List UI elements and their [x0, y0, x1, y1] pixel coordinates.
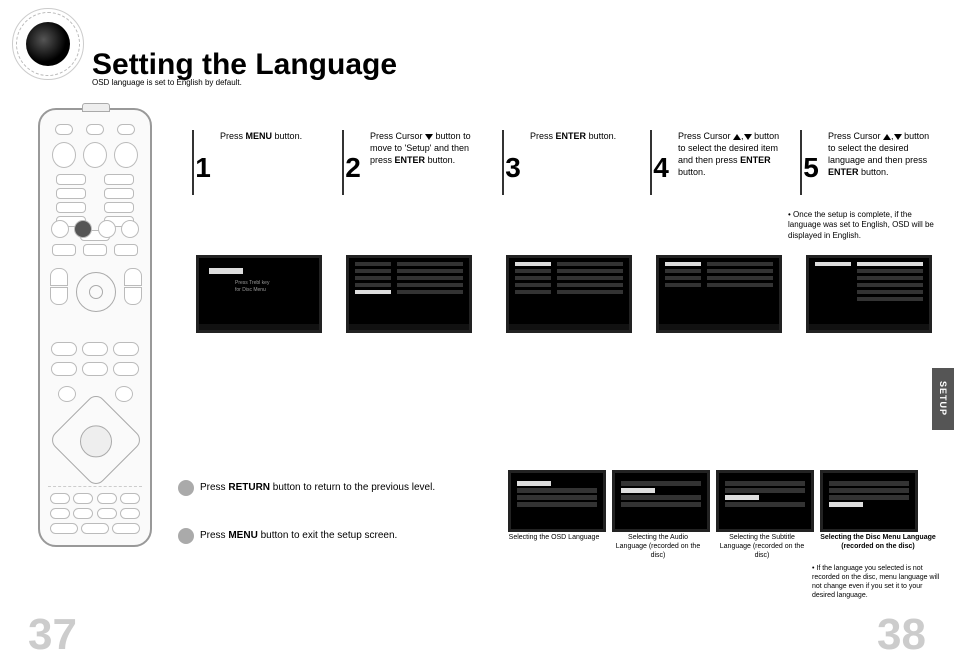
step-number: 3	[498, 152, 528, 184]
step-text: Press Cursor , button to select the desi…	[828, 130, 936, 179]
footnote-disc-menu: • If the language you selected is not re…	[812, 564, 942, 600]
page-number-right: 38	[877, 610, 926, 660]
osd-screen-4	[656, 255, 782, 333]
triangle-down-icon	[744, 134, 752, 140]
caption-audio-lang: Selecting the Audio Language (recorded o…	[612, 534, 704, 560]
step-3: 3 Press ENTER button.	[502, 130, 638, 142]
step-text: Press Cursor button to move to 'Setup' a…	[370, 130, 478, 166]
triangle-down-icon	[425, 134, 433, 140]
osd-screen-2	[346, 255, 472, 333]
step-text: Press ENTER button.	[530, 130, 638, 142]
triangle-down-icon	[894, 134, 902, 140]
step-text: Press MENU button.	[220, 130, 328, 142]
instruction-menu: Press MENU button to exit the setup scre…	[200, 530, 397, 541]
step-number: 5	[796, 152, 826, 184]
step-number: 1	[188, 152, 218, 184]
osd-small-2	[612, 470, 710, 532]
caption-disc-menu-lang: Selecting the Disc Menu Language (record…	[816, 534, 940, 552]
step-text: Press Cursor , button to select the desi…	[678, 130, 786, 179]
step-1: 1 Press MENU button.	[192, 130, 328, 142]
step-5: 5 Press Cursor , button to select the de…	[800, 130, 936, 179]
step-2: 2 Press Cursor button to move to 'Setup'…	[342, 130, 478, 166]
bullet-icon	[178, 528, 194, 544]
triangle-up-icon	[883, 134, 891, 140]
speaker-decoration	[12, 8, 84, 80]
triangle-up-icon	[733, 134, 741, 140]
remote-control-illustration	[38, 108, 152, 547]
instruction-return: Press RETURN button to return to the pre…	[200, 482, 435, 493]
step-number: 4	[646, 152, 676, 184]
osd-screen-3	[506, 255, 632, 333]
section-tab-setup: SETUP	[932, 368, 954, 430]
osd-screen-5	[806, 255, 932, 333]
page-number-left: 37	[28, 610, 77, 660]
step-4: 4 Press Cursor , button to select the de…	[650, 130, 786, 179]
subtitle: OSD language is set to English by defaul…	[92, 78, 242, 87]
osd-small-3	[716, 470, 814, 532]
step-number: 2	[338, 152, 368, 184]
osd-small-1	[508, 470, 606, 532]
footnote-english: • Once the setup is complete, if the lan…	[788, 210, 940, 241]
bullet-icon	[178, 480, 194, 496]
osd-screen-1: Press Trebl key for Disc Menu	[196, 255, 322, 333]
page-title: Setting the Language	[92, 48, 397, 82]
osd-small-4	[820, 470, 918, 532]
caption-osd-lang: Selecting the OSD Language	[508, 534, 600, 543]
caption-subtitle-lang: Selecting the Subtitle Language (recorde…	[716, 534, 808, 560]
